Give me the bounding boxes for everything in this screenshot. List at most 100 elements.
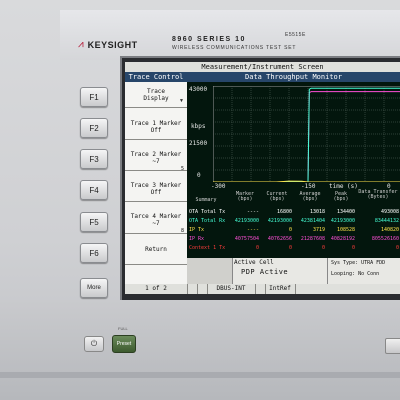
y-tick-label: 21500: [189, 140, 208, 147]
page-indicator: 1 of 2: [125, 284, 188, 294]
summary-table: Summary Marker (bps) Current (bps) Avera…: [187, 190, 400, 258]
active-cell-label: Active Cell: [234, 259, 274, 266]
table-row-label: IP Tx: [189, 227, 205, 233]
softkey-trace3-marker[interactable]: Trace 3 Marker Off: [127, 182, 185, 196]
series-line: [213, 180, 400, 182]
table-cell: 40828192: [330, 236, 355, 242]
instrument-screen: Measurement/Instrument Screen Trace Cont…: [125, 62, 400, 294]
softkey-label: Trace 3 Marker: [130, 182, 182, 189]
power-button[interactable]: ⏻: [84, 336, 104, 352]
divider: [125, 264, 187, 265]
status-cell-blank: [187, 271, 233, 284]
table-cell: 134400: [336, 209, 355, 215]
more-key[interactable]: More: [80, 278, 108, 298]
soft-menu-panel: Trace Control Trace Display ▼ Trace 1 Ma…: [125, 72, 187, 284]
table-cell: 21287608: [300, 236, 325, 242]
side-key[interactable]: [385, 338, 400, 354]
throughput-monitor: Data Throughput Monitor 43000 kbps 21500…: [187, 72, 400, 190]
table-cell: 42381404: [300, 218, 325, 224]
status-cell-blank: [187, 258, 233, 272]
table-header: Summary: [195, 197, 217, 203]
throughput-chart: [213, 86, 400, 182]
y-tick-label: 0: [197, 172, 201, 179]
softkey-trace1-marker[interactable]: Trace 1 Marker Off: [127, 120, 185, 134]
dropdown-arrow-icon: ▼: [179, 98, 184, 104]
table-cell: 0: [255, 245, 259, 251]
monitor-title: Data Throughput Monitor: [187, 72, 400, 82]
table-header: Average (bps): [299, 191, 321, 202]
table-cell: 16800: [276, 209, 292, 215]
x-tick-label: -150: [301, 183, 316, 190]
model-name: 8960 SERIES 10: [172, 36, 246, 43]
table-cell: 42193000: [330, 218, 355, 224]
power-icon: ⏻: [90, 339, 98, 348]
softkey-trace2-marker[interactable]: Trace 2 Marker ~7: [127, 151, 185, 165]
f5-key[interactable]: F5: [80, 212, 108, 232]
table-cell: ----: [246, 227, 259, 233]
full-label: FULL: [118, 326, 128, 331]
table-cell: 0: [288, 227, 292, 233]
softkey-value: ~7: [152, 158, 160, 165]
f6-key[interactable]: F6: [80, 243, 108, 263]
soft-menu-header: Trace Control: [125, 72, 187, 82]
table-header: Data Transfer (Bytes): [358, 189, 398, 200]
screen-title: Measurement/Instrument Screen: [125, 62, 400, 72]
table-cell: 40762656: [267, 236, 292, 242]
table-header: Marker (bps): [235, 191, 255, 202]
f1-key[interactable]: F1: [80, 87, 108, 107]
softkey-trace-display[interactable]: Trace Display: [127, 88, 185, 102]
series-line: [213, 91, 400, 182]
f2-key[interactable]: F2: [80, 118, 108, 138]
divider: [125, 233, 187, 234]
series-line: [213, 87, 400, 182]
divider: [125, 107, 187, 108]
preset-button[interactable]: Preset: [112, 335, 136, 353]
cell-state-value: PDP Active: [241, 268, 289, 276]
brand-logo: ⩘ KEYSIGHT: [78, 39, 138, 51]
softkey-label: Display: [143, 95, 169, 102]
softkey-label: Trace 1 Marker: [130, 120, 182, 127]
table-cell: ----: [246, 209, 259, 215]
table-cell: 42193000: [234, 218, 259, 224]
table-row-label: OTA Total Rx: [189, 218, 226, 224]
table-row-label: Context 1 Tx: [189, 245, 226, 251]
brand-name: KEYSIGHT: [87, 40, 138, 50]
looping-status: Looping: No Conn: [331, 271, 380, 277]
bottom-strip: [0, 372, 400, 378]
table-cell: 40757504: [234, 236, 259, 242]
f4-key[interactable]: F4: [80, 180, 108, 200]
model-subtitle: WIRELESS COMMUNICATIONS TEST SET: [172, 45, 297, 51]
bottom-status-bar: 1 of 2 DBUS-INT IntRef: [125, 284, 400, 294]
softkey-label: Tarce 4 Marker: [130, 213, 182, 220]
table-cell: 140820: [380, 227, 399, 233]
status-panel: Active Cell PDP Active Sys Type: UTRA FD…: [187, 258, 400, 284]
model-code: E5515E: [285, 32, 306, 38]
table-cell: 0: [395, 245, 399, 251]
x-tick-label: -300: [211, 183, 226, 190]
softkey-return[interactable]: Return: [127, 246, 185, 253]
keysight-wave-icon: ⩘: [78, 39, 84, 50]
table-row-label: IP Rx: [189, 236, 205, 242]
status-slot: [295, 284, 400, 294]
softkey-label: Return: [145, 246, 167, 253]
f3-key[interactable]: F3: [80, 149, 108, 169]
table-cell: 493008: [380, 209, 399, 215]
marker-number: 5: [181, 166, 185, 172]
table-cell: 0: [351, 245, 355, 251]
intref-indicator: IntRef: [265, 284, 296, 294]
sys-type: Sys Type: UTRA FDD: [331, 260, 386, 266]
softkey-value: Off: [150, 189, 162, 196]
softkey-label: Trace: [146, 88, 166, 95]
table-cell: 805526160: [371, 236, 399, 242]
divider: [125, 170, 187, 171]
top-bezel: [60, 10, 400, 60]
y-unit-label: kbps: [191, 123, 206, 130]
dbus-indicator: DBUS-INT: [207, 284, 256, 294]
sys-info-box: Sys Type: UTRA FDD Looping: No Conn: [327, 258, 400, 284]
table-cell: 108528: [336, 227, 355, 233]
y-tick-label: 43000: [189, 86, 208, 93]
table-cell: 83444132: [374, 218, 399, 224]
softkey-trace4-marker[interactable]: Tarce 4 Marker ~7: [127, 213, 185, 227]
table-cell: 42193000: [267, 218, 292, 224]
softkey-value: Off: [150, 127, 162, 134]
